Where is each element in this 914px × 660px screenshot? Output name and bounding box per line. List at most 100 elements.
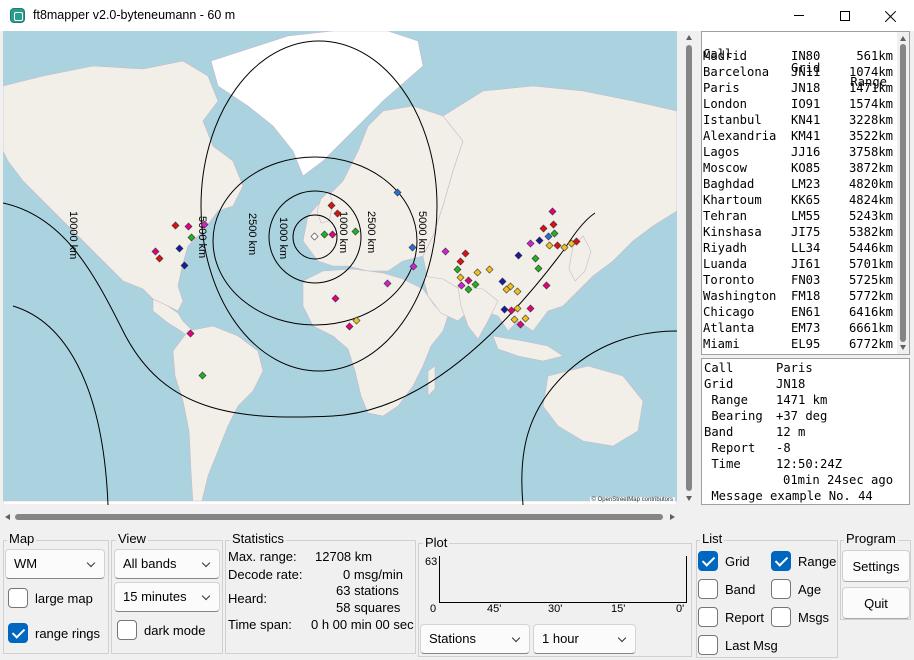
scroll-thumb[interactable]: [15, 514, 663, 520]
list-item[interactable]: Tehran LM55 5243km: [703, 209, 893, 225]
list-last-msg-checkbox[interactable]: Last Msg: [698, 635, 778, 655]
list-item[interactable]: Madrid IN80 561km: [703, 49, 893, 65]
list-item[interactable]: Alexandria KM41 3522km: [703, 129, 893, 145]
station-range: 5243km: [848, 209, 893, 223]
list-report-checkbox[interactable]: Report: [698, 607, 764, 627]
station-detail-panel: Call Paris Grid JN18 Range 1471 km Bearing +…: [701, 358, 910, 505]
time-span-label: Time span:: [228, 617, 292, 632]
map-vertical-scrollbar[interactable]: [683, 31, 695, 505]
list-age-checkbox[interactable]: Age: [771, 579, 821, 599]
list-report-box[interactable]: [698, 607, 718, 627]
decode-rate-label: Decode rate:: [228, 567, 303, 582]
ring-label-2500-e: 2500 km: [365, 211, 377, 253]
list-range-checkbox[interactable]: Range: [771, 551, 836, 571]
list-item[interactable]: Istanbul KN41 3228km: [703, 113, 893, 129]
antarctica-shape: [3, 500, 677, 505]
time-window-select[interactable]: 15 minutes: [114, 582, 220, 612]
station-call: London: [703, 97, 748, 111]
list-item[interactable]: Chicago EN61 6416km: [703, 305, 893, 321]
settings-button[interactable]: Settings: [842, 550, 910, 582]
list-item[interactable]: Baghdad LM23 4820km: [703, 177, 893, 193]
scroll-right-icon[interactable]: [670, 514, 675, 520]
station-call: Miami: [703, 337, 740, 351]
dark-mode-checkbox[interactable]: dark mode: [117, 620, 205, 640]
detail-range: 1471 km: [776, 393, 828, 407]
chevron-down-icon: [201, 591, 211, 601]
large-map-box[interactable]: [8, 588, 28, 608]
station-range: 3228km: [848, 113, 893, 127]
detail-time-label: Time: [704, 457, 741, 471]
ring-label-5000-e: 5000 km: [416, 211, 428, 253]
list-grid-box[interactable]: [698, 551, 718, 571]
station-range: 5382km: [848, 225, 893, 239]
list-msgs-checkbox[interactable]: Msgs: [771, 607, 829, 627]
maximize-button[interactable]: [822, 0, 868, 31]
station-range: 5446km: [848, 241, 893, 255]
station-range: 6661km: [848, 321, 893, 335]
list-scrollbar[interactable]: [897, 32, 909, 354]
list-item[interactable]: Kinshasa JI75 5382km: [703, 225, 893, 241]
chevron-down-icon: [511, 633, 521, 643]
station-range: 3522km: [848, 129, 893, 143]
list-item[interactable]: Toronto FN03 5725km: [703, 273, 893, 289]
list-item[interactable]: Paris JN18 1471km: [703, 81, 893, 97]
list-band-box[interactable]: [698, 579, 718, 599]
world-map[interactable]: 10000 km 5000 km 2500 km 1000 km 1000 km…: [3, 31, 677, 505]
list-range-box[interactable]: [771, 551, 791, 571]
large-map-checkbox[interactable]: large map: [8, 588, 93, 608]
plot-source-select[interactable]: Stations: [420, 624, 530, 654]
list-age-box[interactable]: [771, 579, 791, 599]
list-item[interactable]: Barcelona JN11 1074km: [703, 65, 893, 81]
list-range-label: Range: [798, 553, 837, 569]
station-range: 1574km: [848, 97, 893, 111]
scroll-thumb[interactable]: [686, 45, 692, 491]
scroll-up-icon[interactable]: [686, 35, 692, 40]
list-msgs-box[interactable]: [771, 607, 791, 627]
dark-mode-box[interactable]: [117, 620, 137, 640]
view-group-label: View: [116, 531, 148, 546]
scroll-down-icon[interactable]: [900, 345, 906, 350]
scroll-thumb[interactable]: [900, 44, 906, 342]
range-rings-box[interactable]: [8, 623, 28, 643]
minimize-button[interactable]: [776, 0, 822, 31]
stations-list[interactable]: Call Grid Range Madrid IN80 561km Barcelona…: [701, 31, 910, 355]
station-call: Chicago: [703, 305, 755, 319]
station-grid: FM18: [791, 289, 821, 303]
list-item[interactable]: Moscow KO85 3872km: [703, 161, 893, 177]
max-range-value: 12708 km: [315, 549, 373, 564]
time-window-value: 15 minutes: [123, 589, 187, 604]
list-item[interactable]: Atlanta EM73 6661km: [703, 321, 893, 337]
plot-x-tick: 0': [676, 603, 685, 615]
list-item[interactable]: Riyadh LL34 5446km: [703, 241, 893, 257]
list-item[interactable]: Luanda JI61 5701km: [703, 257, 893, 273]
list-item[interactable]: Khartoum KK65 4824km: [703, 193, 893, 209]
list-last-msg-box[interactable]: [698, 635, 718, 655]
scroll-left-icon[interactable]: [5, 514, 10, 520]
quit-button[interactable]: Quit: [842, 587, 910, 619]
heard-stations-value: 63 stations: [336, 583, 399, 598]
list-header: Call Grid Range: [703, 33, 893, 89]
list-item[interactable]: Lagos JJ16 3758km: [703, 145, 893, 161]
app-icon: [10, 8, 25, 23]
projection-select[interactable]: WM: [5, 549, 105, 579]
scroll-down-icon[interactable]: [686, 496, 692, 501]
scroll-up-icon[interactable]: [900, 36, 906, 41]
list-item[interactable]: Miami EL95 6772km: [703, 337, 893, 353]
title-bar: ft8mapper v2.0-byteneumann - 60 m: [0, 0, 914, 31]
list-grid-checkbox[interactable]: Grid: [698, 551, 750, 571]
list-item[interactable]: Washington FM18 5772km: [703, 289, 893, 305]
list-item[interactable]: London IO91 1574km: [703, 97, 893, 113]
detail-grid-label: Grid: [704, 377, 734, 391]
station-call: Washington: [703, 289, 777, 303]
list-band-checkbox[interactable]: Band: [698, 579, 755, 599]
band-select[interactable]: All bands: [114, 549, 220, 579]
plot-period-select[interactable]: 1 hour: [533, 624, 636, 654]
map-horizontal-scrollbar[interactable]: [3, 511, 677, 523]
station-call: Moscow: [703, 161, 748, 175]
station-call: Barcelona: [703, 65, 770, 79]
close-button[interactable]: [868, 0, 914, 31]
range-rings-checkbox[interactable]: range rings: [8, 623, 100, 643]
detail-ago: 01min 24sec ago: [783, 473, 894, 487]
projection-value: WM: [14, 556, 38, 571]
station-grid: KM41: [791, 129, 821, 143]
